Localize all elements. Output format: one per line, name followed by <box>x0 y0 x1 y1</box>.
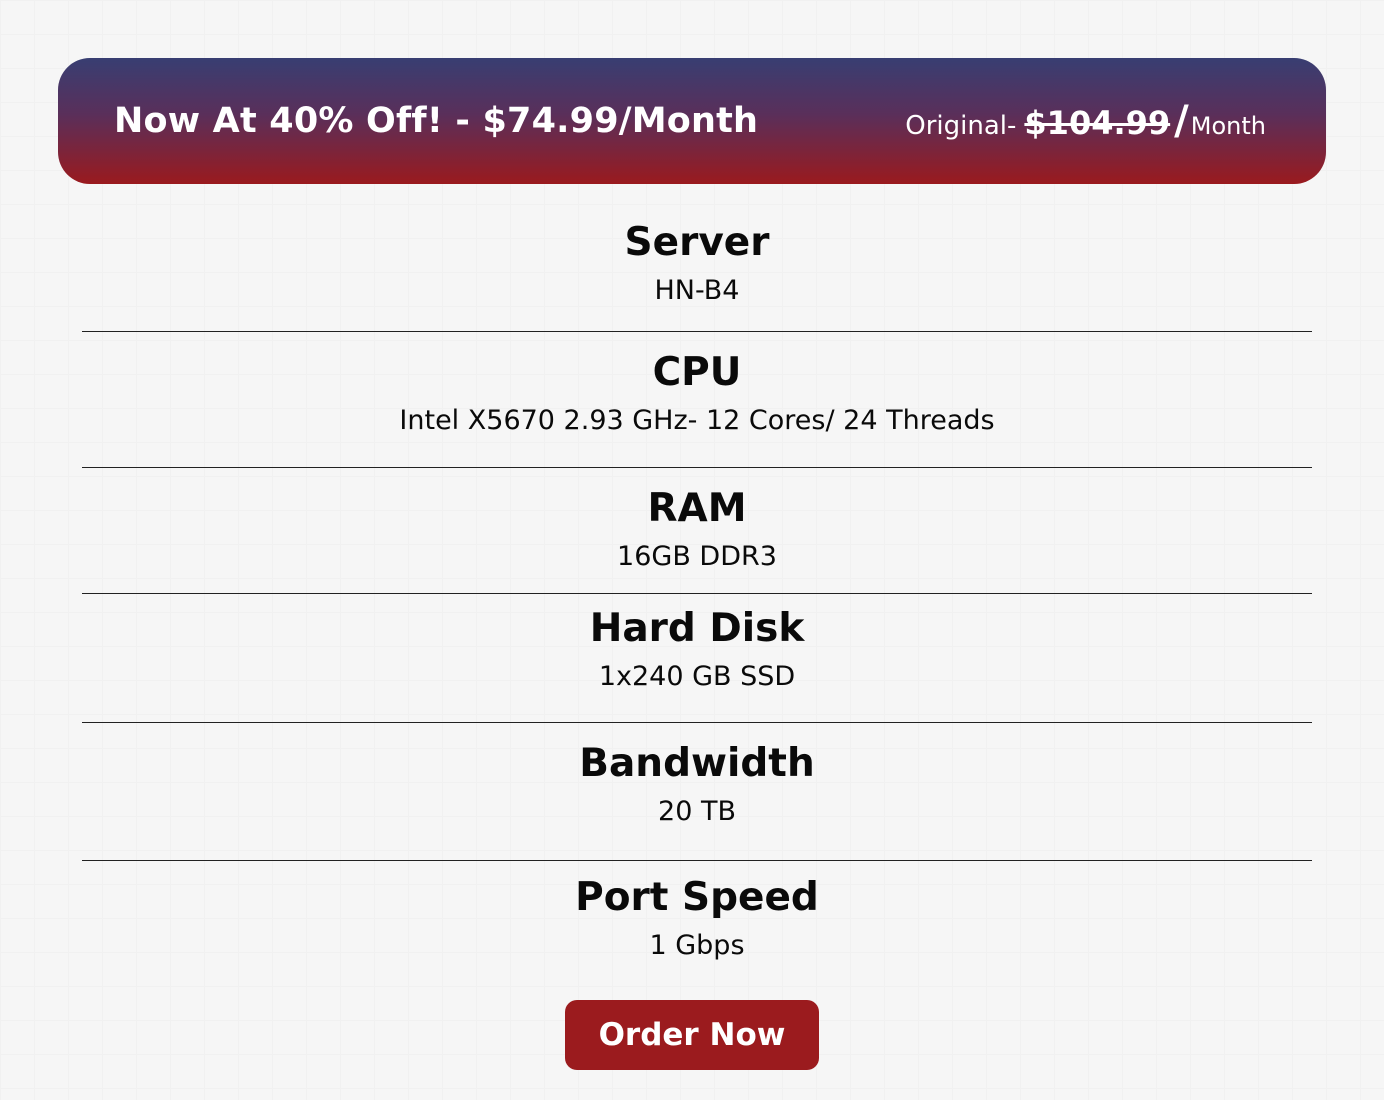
spec-value: Intel X5670 2.93 GHz- 12 Cores/ 24 Threa… <box>399 404 995 436</box>
price-separator: / <box>1174 98 1189 144</box>
spec-value: HN-B4 <box>654 274 740 306</box>
spec-title: Port Speed <box>575 875 819 920</box>
spec-list: Server HN-B4 CPU Intel X5670 2.93 GHz- 1… <box>82 200 1312 981</box>
spec-title: Server <box>624 220 770 265</box>
spec-title: CPU <box>652 350 742 395</box>
original-price-group: Original- $104.99 / Month <box>905 98 1266 144</box>
spec-hard-disk: Hard Disk 1x240 GB SSD <box>82 594 1312 723</box>
spec-value: 20 TB <box>658 795 736 827</box>
original-price-unit: Month <box>1190 112 1266 140</box>
original-price-label: Original- <box>905 111 1017 141</box>
order-now-button[interactable]: Order Now <box>565 1000 819 1070</box>
spec-port-speed: Port Speed 1 Gbps <box>82 861 1312 981</box>
spec-title: RAM <box>647 486 747 531</box>
spec-value: 1 Gbps <box>649 929 745 961</box>
spec-title: Bandwidth <box>579 741 815 786</box>
spec-cpu: CPU Intel X5670 2.93 GHz- 12 Cores/ 24 T… <box>82 332 1312 468</box>
original-price-struck: $104.99 <box>1024 104 1171 142</box>
discount-price-text: Now At 40% Off! - $74.99/Month <box>114 101 759 141</box>
spec-server: Server HN-B4 <box>82 200 1312 332</box>
spec-ram: RAM 16GB DDR3 <box>82 468 1312 594</box>
price-banner: Now At 40% Off! - $74.99/Month Original-… <box>58 58 1326 184</box>
spec-bandwidth: Bandwidth 20 TB <box>82 723 1312 861</box>
spec-value: 16GB DDR3 <box>617 540 777 572</box>
spec-title: Hard Disk <box>589 606 805 651</box>
spec-value: 1x240 GB SSD <box>598 660 796 692</box>
